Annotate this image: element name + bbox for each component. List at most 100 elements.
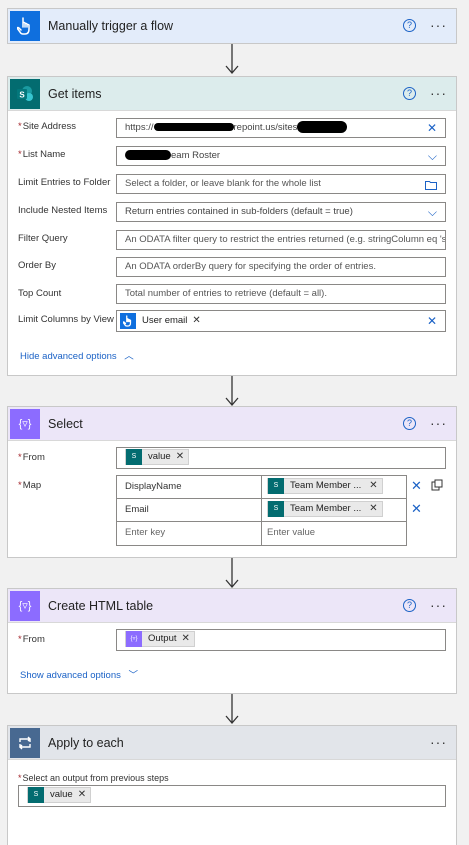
chevron-up-icon: ︿ [124, 351, 134, 362]
team-member-chip[interactable]: S Team Member ... ✕ [267, 478, 383, 494]
folder-icon[interactable] [425, 175, 437, 193]
user-email-chip[interactable]: User email ✕ [120, 313, 205, 329]
nested-items-label: Include Nested Items [18, 205, 108, 216]
list-name-label: *List Name [18, 149, 66, 160]
loop-icon [19, 736, 31, 749]
trigger-title: Manually trigger a flow [48, 19, 174, 33]
order-by-input[interactable]: An ODATA orderBy query for specifying th… [116, 257, 446, 277]
get-items-card[interactable]: S Get items ? ··· *Site Address https://… [7, 76, 457, 376]
remove-chip-icon[interactable]: ✕ [176, 448, 184, 466]
touch-hand-icon [120, 313, 136, 329]
clear-icon[interactable]: ✕ [427, 312, 437, 330]
list-name-dropdown[interactable]: eam Roster ⌵ [116, 146, 446, 166]
from-label: *From [18, 452, 45, 463]
sharepoint-icon: S [28, 787, 44, 803]
more-options-icon[interactable]: ··· [430, 415, 447, 431]
limit-columns-label: Limit Columns by View [18, 314, 114, 325]
redaction-mark [297, 121, 348, 134]
flow-arrow-icon [225, 376, 239, 406]
site-address-input[interactable]: https://repoint.us/sites ✕ [116, 118, 446, 138]
map-table: DisplayName S Team Member ... ✕ Email S … [116, 475, 407, 546]
loop-icon-box [10, 727, 40, 758]
create-html-table-card[interactable]: {▿} Create HTML table ? ··· *From {▿} Ou… [7, 588, 457, 694]
help-icon[interactable]: ? [403, 19, 416, 32]
limit-folder-label: Limit Entries to Folder [18, 177, 111, 188]
get-items-title: Get items [48, 86, 102, 101]
remove-chip-icon[interactable]: ✕ [78, 786, 86, 804]
nested-items-dropdown[interactable]: Return entries contained in sub-folders … [116, 202, 446, 222]
remove-chip-icon[interactable]: ✕ [369, 498, 377, 520]
sharepoint-icon: S [17, 85, 33, 101]
order-by-label: Order By [18, 260, 57, 271]
data-operation-icon-box: {▿} [10, 590, 40, 621]
chevron-down-icon[interactable]: ⌵ [428, 203, 437, 221]
create-html-table-header[interactable]: {▿} Create HTML table ? ··· [8, 589, 456, 623]
clear-icon[interactable]: ✕ [427, 119, 437, 137]
redaction-mark [125, 150, 171, 161]
sharepoint-icon: S [126, 449, 142, 465]
from-input[interactable]: S value ✕ [116, 447, 446, 469]
get-items-header[interactable]: S Get items ? ··· [8, 77, 456, 111]
delete-row-icon[interactable]: ✕ [411, 501, 422, 517]
top-count-label: Top Count [18, 288, 62, 299]
remove-chip-icon[interactable]: ✕ [369, 475, 377, 497]
limit-columns-dropdown[interactable]: User email ✕ ✕ [116, 310, 446, 332]
chevron-down-icon[interactable]: ⌵ [428, 147, 437, 165]
apply-to-each-card[interactable]: Apply to each ··· *Select an output from… [7, 725, 457, 845]
touch-hand-icon [17, 17, 30, 35]
map-key-input[interactable]: Email [117, 499, 262, 521]
team-member-chip[interactable]: S Team Member ... ✕ [267, 501, 383, 517]
map-label: *Map [18, 480, 42, 491]
apply-to-each-header[interactable]: Apply to each ··· [8, 726, 456, 760]
data-operation-icon: {▿} [126, 631, 142, 647]
output-chip[interactable]: {▿} Output ✕ [125, 631, 195, 647]
hide-advanced-options-link[interactable]: Hide advanced options ︿ [20, 348, 134, 362]
remove-chip-icon[interactable]: ✕ [182, 630, 190, 648]
apply-to-each-title: Apply to each [48, 735, 124, 750]
map-key-input[interactable]: DisplayName [117, 476, 262, 498]
map-row: DisplayName S Team Member ... ✕ [117, 476, 406, 499]
filter-query-label: Filter Query [18, 233, 68, 244]
site-address-label: *Site Address [18, 121, 77, 132]
map-value-input[interactable]: Enter value [262, 522, 406, 545]
help-icon[interactable]: ? [403, 417, 416, 430]
top-count-input[interactable]: Total number of entries to retrieve (def… [116, 284, 446, 304]
limit-folder-input[interactable]: Select a folder, or leave blank for the … [116, 174, 446, 194]
svg-text:S: S [19, 90, 25, 99]
select-output-input[interactable]: S value ✕ [18, 785, 446, 807]
help-icon[interactable]: ? [403, 87, 416, 100]
more-options-icon[interactable]: ··· [430, 17, 447, 33]
map-row: Email S Team Member ... ✕ [117, 499, 406, 522]
map-row-empty: Enter key Enter value [117, 522, 406, 545]
from-input[interactable]: {▿} Output ✕ [116, 629, 446, 651]
data-operation-icon-box: {▿} [10, 408, 40, 439]
value-chip[interactable]: S value ✕ [125, 448, 190, 466]
more-options-icon[interactable]: ··· [430, 597, 447, 613]
select-header[interactable]: {▿} Select ? ··· [8, 407, 456, 441]
help-icon[interactable]: ? [403, 599, 416, 612]
more-options-icon[interactable]: ··· [430, 85, 447, 101]
switch-mode-icon[interactable] [431, 479, 443, 494]
show-advanced-options-link[interactable]: Show advanced options ﹀ [20, 667, 138, 681]
flow-arrow-icon [225, 558, 239, 588]
trigger-card[interactable]: Manually trigger a flow ? ··· [7, 8, 457, 44]
filter-query-input[interactable]: An ODATA filter query to restrict the en… [116, 230, 446, 250]
redaction-mark [153, 123, 234, 132]
trigger-header[interactable]: Manually trigger a flow ? ··· [8, 9, 456, 43]
select-output-label: *Select an output from previous steps [18, 773, 169, 783]
flow-arrow-icon [225, 694, 239, 724]
value-chip[interactable]: S value ✕ [27, 786, 92, 804]
delete-row-icon[interactable]: ✕ [411, 478, 422, 494]
create-html-table-title: Create HTML table [48, 598, 154, 613]
chevron-down-icon: ﹀ [128, 670, 139, 681]
map-value-input[interactable]: S Team Member ... ✕ [262, 476, 406, 498]
sharepoint-icon: S [268, 478, 284, 494]
remove-chip-icon[interactable]: ✕ [192, 312, 200, 330]
flow-arrow-icon [225, 44, 239, 74]
sharepoint-icon-box: S [10, 78, 40, 109]
data-operation-icon: {▿} [18, 600, 32, 612]
map-key-input[interactable]: Enter key [117, 522, 262, 545]
select-card[interactable]: {▿} Select ? ··· *From S value ✕ *Map Di… [7, 406, 457, 558]
map-value-input[interactable]: S Team Member ... ✕ [262, 499, 406, 521]
more-options-icon[interactable]: ··· [430, 734, 447, 750]
